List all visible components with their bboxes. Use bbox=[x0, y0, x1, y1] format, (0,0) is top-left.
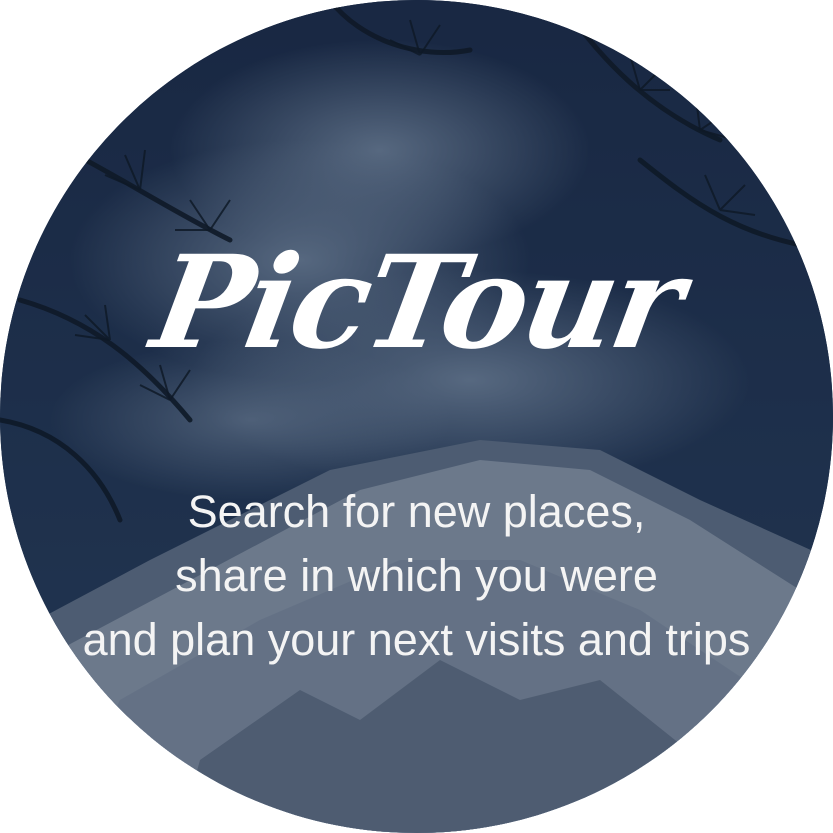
tagline: Search for new places, share in which yo… bbox=[0, 480, 833, 672]
watch-face: PicTour Search for new places, share in … bbox=[0, 0, 833, 833]
tagline-line-3: and plan your next visits and trips bbox=[82, 614, 751, 665]
pictour-logo: PicTour bbox=[142, 228, 691, 378]
tagline-line-2: share in which you were bbox=[175, 550, 658, 601]
mountain-background-image bbox=[0, 0, 833, 833]
tagline-line-1: Search for new places, bbox=[187, 486, 646, 537]
